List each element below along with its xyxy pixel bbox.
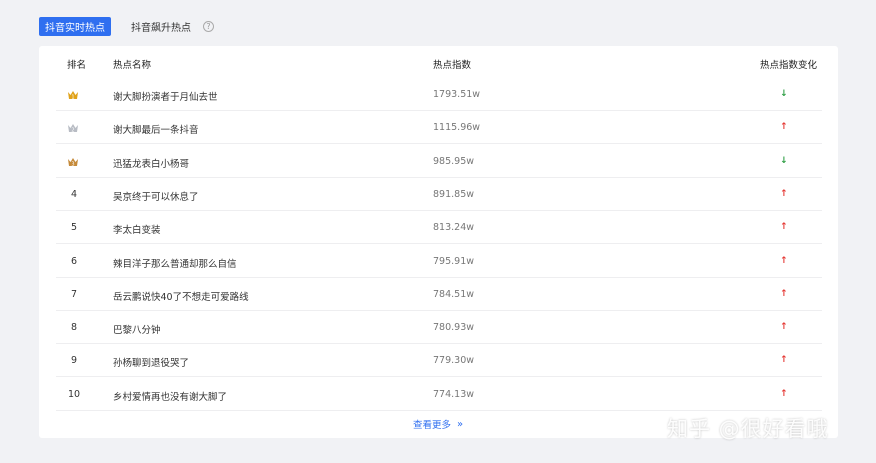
hot-index-value: 891.85w xyxy=(433,188,475,200)
hot-index-value: 779.30w xyxy=(433,355,475,367)
hot-topic-name[interactable]: 吴京终于可以休息了 xyxy=(113,189,199,203)
header-index: 热点指数 xyxy=(433,60,472,71)
rank-number: 4 xyxy=(70,188,78,200)
rank-number: 5 xyxy=(70,222,78,234)
hot-index-value: 795.91w xyxy=(433,255,475,267)
arrow-down-icon: ↓ xyxy=(780,89,788,99)
table-row[interactable]: 7 岳云鹏说快40了不想走可爱路线 784.51w ↑ xyxy=(56,278,822,311)
table-row[interactable]: 3 迅猛龙表白小杨哥 985.95w ↓ xyxy=(56,145,822,178)
arrow-up-icon: ↑ xyxy=(780,322,788,333)
hot-index-value: 985.95w xyxy=(433,155,475,167)
hot-topic-name[interactable]: 谢大脚最后一条抖音 xyxy=(113,122,199,136)
view-more-link[interactable]: 查看更多 » xyxy=(413,417,464,432)
hot-index-value: 774.13w xyxy=(433,388,475,400)
view-more-label: 查看更多 xyxy=(413,420,452,431)
crown-silver-icon: 2 xyxy=(67,123,79,134)
svg-text:2: 2 xyxy=(71,128,74,134)
hot-index-value: 780.93w xyxy=(433,322,475,334)
hot-topic-name[interactable]: 辣目洋子那么普通却那么自信 xyxy=(113,256,237,270)
hot-index-value: 1793.51w xyxy=(433,89,481,100)
arrow-down-icon: ↓ xyxy=(780,155,788,166)
svg-text:3: 3 xyxy=(71,161,74,167)
table-row[interactable]: 5 李太白变装 813.24w ↑ xyxy=(56,211,822,245)
hot-index-value: 813.24w xyxy=(433,222,475,234)
question-circle-icon[interactable]: ? xyxy=(203,20,214,32)
table-header: 排名 热点名称 热点指数 热点指数变化 xyxy=(56,46,822,80)
arrow-up-icon: ↑ xyxy=(780,355,788,366)
header-rank: 排名 xyxy=(67,60,87,71)
rank-number: 6 xyxy=(70,255,78,267)
rank-number: 8 xyxy=(70,322,78,334)
table-row[interactable]: 9 孙杨聊到退役哭了 779.30w ↑ xyxy=(56,344,822,378)
table-row[interactable]: 6 辣目洋子那么普通却那么自信 795.91w ↑ xyxy=(56,245,822,278)
table-row[interactable]: 1 谢大脚扮演者于月仙去世 1793.51w ↓ xyxy=(56,78,822,111)
rank-number: 10 xyxy=(67,388,81,400)
arrow-up-icon: ↑ xyxy=(780,122,788,133)
rank-number: 7 xyxy=(70,288,78,300)
header-name: 热点名称 xyxy=(113,60,152,71)
hot-topic-name[interactable]: 谢大脚扮演者于月仙去世 xyxy=(113,89,218,103)
hot-topic-name[interactable]: 巴黎八分钟 xyxy=(113,322,161,336)
crown-bronze-icon: 3 xyxy=(67,157,79,167)
header-change: 热点指数变化 xyxy=(760,60,818,71)
arrow-up-icon: ↑ xyxy=(780,288,788,299)
hot-topic-name[interactable]: 李太白变装 xyxy=(113,222,161,236)
table-row[interactable]: 8 巴黎八分钟 780.93w ↑ xyxy=(56,311,822,345)
tab-realtime-hot[interactable]: 抖音实时热点 xyxy=(39,16,111,36)
crown-gold-icon: 1 xyxy=(67,90,79,100)
arrow-up-icon: ↑ xyxy=(780,222,788,233)
rank-number: 9 xyxy=(70,355,78,367)
arrow-up-icon: ↑ xyxy=(780,188,788,199)
table-row[interactable]: 2 谢大脚最后一条抖音 1115.96w ↑ xyxy=(56,111,822,145)
table-row[interactable]: 10 乡村爱情再也没有谢大脚了 774.13w ↑ xyxy=(56,378,822,411)
arrow-up-icon: ↑ xyxy=(780,255,788,266)
hot-index-value: 784.51w xyxy=(433,288,475,300)
hot-topic-name[interactable]: 迅猛龙表白小杨哥 xyxy=(113,156,189,170)
table-row[interactable]: 4 吴京终于可以休息了 891.85w ↑ xyxy=(56,178,822,211)
double-chevron-right-icon: » xyxy=(457,418,464,430)
watermark: 知乎 @很好看哦 xyxy=(667,417,829,441)
hot-index-value: 1115.96w xyxy=(433,122,481,134)
hot-topic-name[interactable]: 乡村爱情再也没有谢大脚了 xyxy=(113,389,227,403)
tab-rising-hot[interactable]: 抖音飙升热点 xyxy=(131,19,191,34)
svg-text:1: 1 xyxy=(71,94,74,100)
hot-list-card: 排名 热点名称 热点指数 热点指数变化 1 谢大脚扮演者于月仙去世 1793.51w… xyxy=(39,46,838,438)
tab-bar: 抖音实时热点 抖音飙升热点 ? xyxy=(39,16,214,36)
arrow-up-icon: ↑ xyxy=(780,388,788,399)
hot-topic-name[interactable]: 孙杨聊到退役哭了 xyxy=(113,355,189,369)
hot-topic-name[interactable]: 岳云鹏说快40了不想走可爱路线 xyxy=(113,289,249,303)
